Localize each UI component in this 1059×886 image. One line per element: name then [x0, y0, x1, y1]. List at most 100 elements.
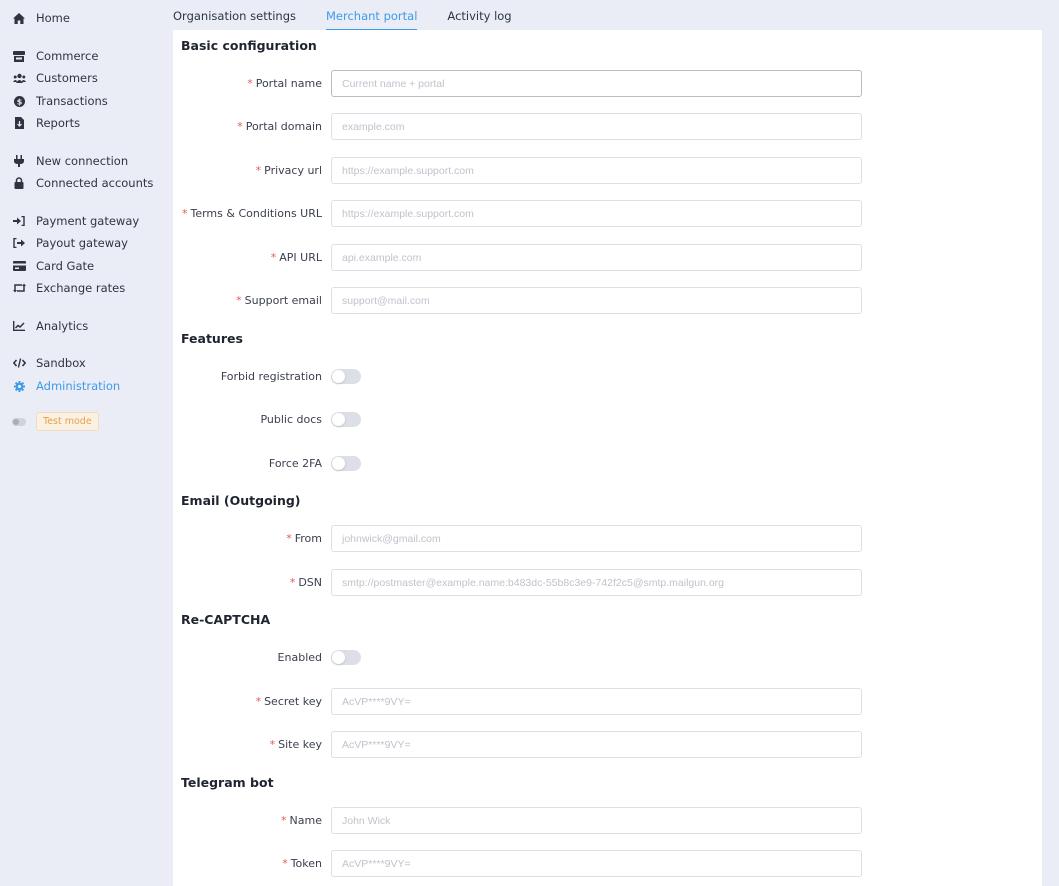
api-url-input[interactable]	[331, 244, 862, 271]
public-docs-label: Public docs	[260, 413, 322, 426]
api-url-label: * API URL	[270, 251, 322, 264]
portal-name-label: * Portal name	[247, 77, 322, 90]
telegram-name-input[interactable]	[331, 807, 862, 834]
sidebar-item-label: Administration	[36, 379, 121, 393]
sidebar-item-payout-gateway[interactable]: Payout gateway	[12, 233, 128, 253]
recaptcha-enabled-toggle[interactable]	[331, 650, 361, 665]
svg-text:$: $	[16, 97, 22, 106]
site-key-row: * Site key	[173, 731, 1042, 758]
tab-organisation-settings[interactable]: Organisation settings	[173, 0, 296, 31]
recaptcha-enabled-row: Enabled	[173, 644, 1042, 671]
sidebar-item-transactions[interactable]: $ Transactions	[12, 91, 108, 111]
tab-bar: Organisation settings Merchant portal Ac…	[173, 0, 542, 31]
forbid-registration-toggle[interactable]	[331, 369, 361, 384]
test-mode-badge[interactable]: Test mode	[36, 412, 99, 431]
sidebar-item-sandbox[interactable]: Sandbox	[12, 353, 86, 373]
secret-key-row: * Secret key	[173, 688, 1042, 715]
force-2fa-toggle[interactable]	[331, 456, 361, 471]
sidebar-item-label: Exchange rates	[36, 281, 126, 295]
section-title-recaptcha: Re-CAPTCHA	[181, 612, 271, 627]
merchant-portal-panel: Basic configuration *Portal name *Portal…	[173, 30, 1042, 886]
sidebar-item-customers[interactable]: Customers	[12, 68, 98, 88]
sign-out-icon	[12, 236, 26, 250]
sidebar-item-label: Transactions	[36, 94, 108, 108]
chart-line-icon	[12, 319, 26, 333]
sidebar-item-home[interactable]: Home	[12, 8, 70, 28]
force-2fa-row: Force 2FA	[173, 450, 1042, 477]
terms-url-input[interactable]	[331, 200, 862, 227]
telegram-token-input[interactable]	[331, 850, 862, 877]
sidebar-item-connected-accounts[interactable]: Connected accounts	[12, 173, 153, 193]
force-2fa-label: Force 2FA	[268, 457, 322, 470]
telegram-token-label: * Token	[282, 857, 322, 870]
sidebar-item-new-connection[interactable]: New connection	[12, 151, 128, 171]
site-key-label: * Site key	[269, 738, 322, 751]
credit-card-icon	[12, 259, 26, 273]
email-from-row: * From	[173, 525, 1042, 552]
test-mode-row: Test mode	[12, 412, 99, 431]
secret-key-input[interactable]	[331, 688, 862, 715]
support-email-input[interactable]	[331, 287, 862, 314]
tab-activity-log[interactable]: Activity log	[447, 0, 511, 31]
plug-icon	[12, 154, 26, 168]
sidebar-item-label: Payout gateway	[36, 236, 128, 250]
privacy-url-input[interactable]	[331, 157, 862, 184]
file-download-icon	[12, 116, 26, 130]
portal-name-row: * Portal name	[173, 70, 1042, 97]
portal-domain-input[interactable]	[331, 113, 862, 140]
email-dsn-row: * DSN	[173, 569, 1042, 596]
privacy-url-row: * Privacy url	[173, 157, 1042, 184]
sidebar-item-card-gate[interactable]: Card Gate	[12, 256, 94, 276]
lock-icon	[12, 176, 26, 190]
support-email-row: * Support email	[173, 287, 1042, 314]
support-email-label: * Support email	[236, 294, 322, 307]
sidebar-item-payment-gateway[interactable]: Payment gateway	[12, 211, 139, 231]
sign-in-icon	[12, 214, 26, 228]
forbid-registration-label: Forbid registration	[220, 370, 322, 383]
code-icon	[12, 356, 26, 370]
email-from-input[interactable]	[331, 525, 862, 552]
sidebar-item-reports[interactable]: Reports	[12, 113, 80, 133]
public-docs-toggle[interactable]	[331, 412, 361, 427]
telegram-token-row: * Token	[173, 850, 1042, 877]
sidebar: Home Commerce Customers $ Transactions R…	[0, 0, 165, 886]
home-icon	[12, 11, 26, 25]
sidebar-item-commerce[interactable]: Commerce	[12, 46, 98, 66]
store-icon	[12, 49, 26, 63]
dollar-circle-icon: $	[12, 94, 26, 108]
users-icon	[12, 71, 26, 85]
portal-name-input[interactable]	[331, 70, 862, 97]
terms-url-label: * Terms & Conditions URL	[181, 207, 322, 220]
portal-domain-label: * Portal domain	[237, 120, 322, 133]
email-from-label: * From	[286, 532, 322, 545]
sidebar-item-label: Payment gateway	[36, 214, 140, 228]
sidebar-item-label: Connected accounts	[36, 176, 154, 190]
sidebar-item-analytics[interactable]: Analytics	[12, 316, 88, 336]
sidebar-item-label: Analytics	[36, 319, 89, 333]
email-dsn-input[interactable]	[331, 569, 862, 596]
sidebar-item-label: Home	[36, 11, 70, 25]
secret-key-label: * Secret key	[255, 695, 322, 708]
sidebar-item-administration[interactable]: Administration	[12, 376, 120, 396]
test-mode-toggle[interactable]	[12, 417, 26, 426]
portal-domain-row: * Portal domain	[173, 113, 1042, 140]
sidebar-item-label: Customers	[36, 71, 98, 85]
sidebar-item-label: Sandbox	[36, 356, 86, 370]
site-key-input[interactable]	[331, 731, 862, 758]
section-title-features: Features	[181, 331, 243, 346]
retweet-icon	[12, 281, 26, 295]
terms-url-row: * Terms & Conditions URL	[173, 200, 1042, 227]
sidebar-item-label: Reports	[36, 116, 81, 130]
email-dsn-label: * DSN	[289, 576, 322, 589]
sidebar-item-label: Card Gate	[36, 259, 95, 273]
sidebar-item-exchange-rates[interactable]: Exchange rates	[12, 278, 125, 298]
sidebar-item-label: New connection	[36, 154, 129, 168]
tab-merchant-portal[interactable]: Merchant portal	[326, 0, 418, 31]
gear-icon	[12, 379, 26, 393]
recaptcha-enabled-label: Enabled	[277, 651, 322, 664]
section-title-telegram-bot: Telegram bot	[181, 775, 274, 790]
section-title-basic-configuration: Basic configuration	[181, 38, 317, 53]
privacy-url-label: * Privacy url	[255, 164, 322, 177]
telegram-name-label: * Name	[281, 814, 322, 827]
sidebar-item-label: Commerce	[36, 49, 99, 63]
